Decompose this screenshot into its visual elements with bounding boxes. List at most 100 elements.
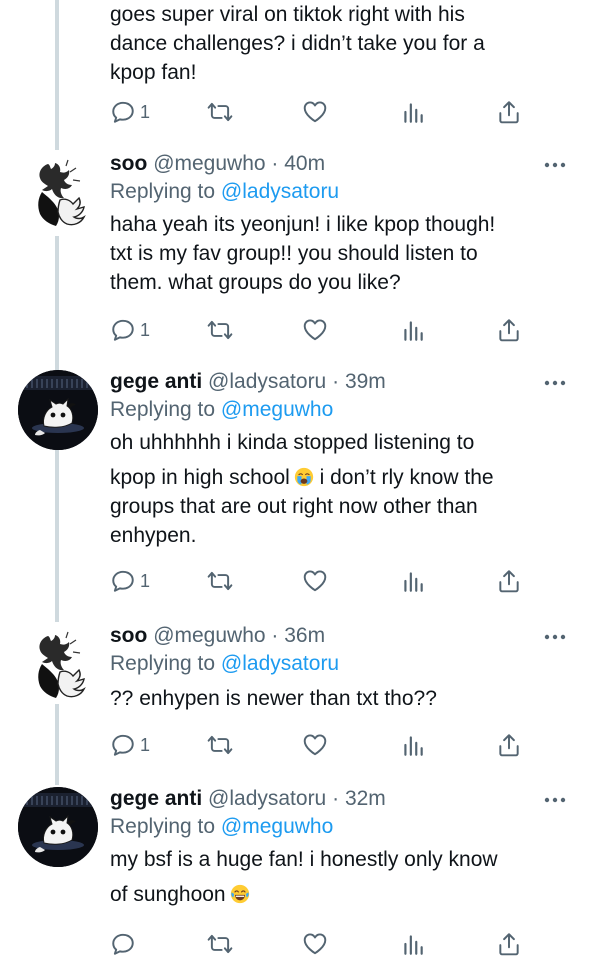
- avatar[interactable]: [18, 152, 98, 232]
- separator-dot: ·: [332, 370, 340, 393]
- like-button[interactable]: [302, 97, 328, 127]
- avatar[interactable]: [18, 624, 98, 704]
- user-handle[interactable]: @ladysatoru: [208, 370, 326, 393]
- share-icon: [496, 99, 522, 125]
- tweet[interactable]: soo @meguwho · 36m Replying to @ladysato…: [0, 622, 589, 782]
- retweet-button[interactable]: [207, 97, 233, 127]
- replying-to-link[interactable]: @ladysatoru: [221, 652, 339, 675]
- separator-dot: ·: [271, 624, 279, 647]
- tweet-text-line: kpop fan!: [110, 61, 197, 84]
- replying-to-link[interactable]: @meguwho: [221, 398, 333, 421]
- display-name[interactable]: soo: [110, 624, 147, 647]
- tweet-header: gege anti @ladysatoru · 32m: [110, 785, 567, 813]
- share-button[interactable]: [496, 730, 522, 760]
- avatar[interactable]: [18, 370, 98, 450]
- reply-count: 1: [140, 319, 151, 340]
- separator-dot: ·: [332, 787, 340, 810]
- reply-button[interactable]: 1: [110, 97, 150, 127]
- share-button[interactable]: [496, 929, 522, 959]
- views-button[interactable]: [400, 730, 426, 760]
- views-button[interactable]: [400, 929, 426, 959]
- tweet-text-line: kpop in high school i don’t rly know the: [110, 463, 567, 492]
- views-button[interactable]: [400, 97, 426, 127]
- reply-button[interactable]: 1: [110, 730, 150, 760]
- tears-of-joy-face-icon: [230, 884, 250, 904]
- retweet-icon: [207, 99, 233, 125]
- tweet[interactable]: goes super viral on tiktok right with hi…: [0, 0, 589, 142]
- replying-to: Replying to @ladysatoru: [110, 650, 567, 678]
- display-name[interactable]: soo: [110, 152, 147, 175]
- reply-button[interactable]: 1: [110, 315, 150, 345]
- views-icon: [400, 568, 426, 594]
- tweet-text: haha yeah its yeonjun! i like kpop thoug…: [110, 210, 567, 297]
- tweet-text: oh uhhhhhh i kinda stopped listening to …: [110, 428, 567, 550]
- tweet-text-line: txt is my fav group!! you should listen …: [110, 242, 478, 265]
- tweet-actions: 1: [110, 315, 530, 345]
- retweet-button[interactable]: [207, 315, 233, 345]
- share-button[interactable]: [496, 566, 522, 596]
- avatar[interactable]: [18, 787, 98, 867]
- timestamp[interactable]: 36m: [284, 624, 325, 647]
- like-button[interactable]: [302, 315, 328, 345]
- loudly-crying-face-icon: [294, 467, 314, 487]
- share-button[interactable]: [496, 97, 522, 127]
- views-icon: [400, 99, 426, 125]
- reply-button[interactable]: 1: [110, 566, 150, 596]
- reply-icon: [110, 99, 136, 125]
- replying-to-label: Replying to: [110, 652, 216, 675]
- retweet-button[interactable]: [207, 566, 233, 596]
- tweet[interactable]: gege anti @ladysatoru · 32m Replying to …: [0, 785, 589, 960]
- display-name[interactable]: gege anti: [110, 787, 202, 810]
- like-button[interactable]: [302, 929, 328, 959]
- tweet-actions: [110, 929, 530, 959]
- timestamp[interactable]: 40m: [284, 152, 325, 175]
- tweet-text: goes super viral on tiktok right with hi…: [110, 0, 567, 87]
- retweet-icon: [207, 732, 233, 758]
- tweet-header: gege anti @ladysatoru · 39m: [110, 368, 567, 396]
- like-button[interactable]: [302, 566, 328, 596]
- tweet-text-line: of sunghoon: [110, 880, 567, 909]
- avatar-image: [18, 787, 98, 867]
- replying-to-label: Replying to: [110, 815, 216, 838]
- tweet[interactable]: soo @meguwho · 40m Replying to @ladysato…: [0, 150, 589, 362]
- retweet-icon: [207, 568, 233, 594]
- tweet-text-line: my bsf is a huge fan! i honestly only kn…: [110, 848, 498, 871]
- share-icon: [496, 568, 522, 594]
- tweet-actions: 1: [110, 730, 530, 760]
- user-handle[interactable]: @meguwho: [153, 152, 265, 175]
- tweet[interactable]: gege anti @ladysatoru · 39m Replying to …: [0, 368, 589, 618]
- timestamp[interactable]: 39m: [345, 370, 386, 393]
- retweet-button[interactable]: [207, 929, 233, 959]
- more-icon[interactable]: [543, 795, 567, 805]
- avatar-image: [18, 370, 98, 450]
- more-icon[interactable]: [543, 160, 567, 170]
- display-name[interactable]: gege anti: [110, 370, 202, 393]
- separator-dot: ·: [271, 152, 279, 175]
- more-icon[interactable]: [543, 378, 567, 388]
- reply-count: 1: [140, 570, 151, 591]
- replying-to: Replying to @ladysatoru: [110, 178, 567, 206]
- tweet-text-line: ?? enhypen is newer than txt tho??: [110, 687, 437, 710]
- views-button[interactable]: [400, 566, 426, 596]
- reply-icon: [110, 317, 136, 343]
- heart-icon: [302, 317, 328, 343]
- replying-to-link[interactable]: @ladysatoru: [221, 180, 339, 203]
- tweet-text-line: enhypen.: [110, 524, 197, 547]
- tweet-text-segment: kpop in high school: [110, 466, 290, 489]
- tweet-actions: 1: [110, 566, 530, 596]
- views-button[interactable]: [400, 315, 426, 345]
- more-icon[interactable]: [543, 632, 567, 642]
- user-handle[interactable]: @meguwho: [153, 624, 265, 647]
- retweet-button[interactable]: [207, 730, 233, 760]
- reply-button[interactable]: [110, 929, 140, 959]
- like-button[interactable]: [302, 730, 328, 760]
- share-button[interactable]: [496, 315, 522, 345]
- tweet-text-line: goes super viral on tiktok right with hi…: [110, 3, 465, 26]
- timestamp[interactable]: 32m: [345, 787, 386, 810]
- share-icon: [496, 931, 522, 957]
- retweet-icon: [207, 317, 233, 343]
- tweet-text-line: haha yeah its yeonjun! i like kpop thoug…: [110, 213, 496, 236]
- user-handle[interactable]: @ladysatoru: [208, 787, 326, 810]
- replying-to-link[interactable]: @meguwho: [221, 815, 333, 838]
- tweet-text-segment: of sunghoon: [110, 883, 226, 906]
